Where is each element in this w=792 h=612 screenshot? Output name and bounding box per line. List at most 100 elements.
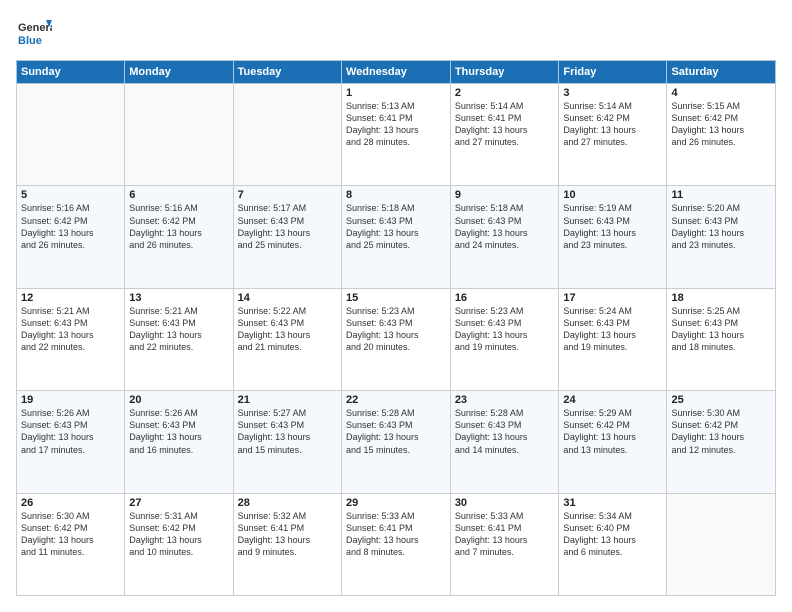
calendar-cell: 8Sunrise: 5:18 AMSunset: 6:43 PMDaylight… [341, 186, 450, 288]
calendar-cell: 17Sunrise: 5:24 AMSunset: 6:43 PMDayligh… [559, 288, 667, 390]
day-number: 10 [563, 189, 662, 201]
calendar-cell: 28Sunrise: 5:32 AMSunset: 6:41 PMDayligh… [233, 493, 341, 595]
day-number: 31 [563, 497, 662, 509]
day-number: 12 [21, 292, 120, 304]
day-info: Sunrise: 5:14 AMSunset: 6:42 PMDaylight:… [563, 100, 662, 149]
day-number: 1 [346, 87, 446, 99]
day-info: Sunrise: 5:23 AMSunset: 6:43 PMDaylight:… [455, 305, 555, 354]
calendar-week-3: 19Sunrise: 5:26 AMSunset: 6:43 PMDayligh… [17, 391, 776, 493]
day-number: 13 [129, 292, 228, 304]
calendar-week-4: 26Sunrise: 5:30 AMSunset: 6:42 PMDayligh… [17, 493, 776, 595]
day-number: 11 [671, 189, 771, 201]
calendar-cell [17, 84, 125, 186]
day-info: Sunrise: 5:33 AMSunset: 6:41 PMDaylight:… [346, 510, 446, 559]
day-info: Sunrise: 5:18 AMSunset: 6:43 PMDaylight:… [455, 202, 555, 251]
day-number: 5 [21, 189, 120, 201]
day-info: Sunrise: 5:18 AMSunset: 6:43 PMDaylight:… [346, 202, 446, 251]
calendar-cell: 26Sunrise: 5:30 AMSunset: 6:42 PMDayligh… [17, 493, 125, 595]
day-info: Sunrise: 5:20 AMSunset: 6:43 PMDaylight:… [671, 202, 771, 251]
calendar-cell [667, 493, 776, 595]
day-number: 25 [671, 394, 771, 406]
calendar-cell: 11Sunrise: 5:20 AMSunset: 6:43 PMDayligh… [667, 186, 776, 288]
calendar-cell: 12Sunrise: 5:21 AMSunset: 6:43 PMDayligh… [17, 288, 125, 390]
weekday-header-tuesday: Tuesday [233, 61, 341, 84]
calendar-cell: 2Sunrise: 5:14 AMSunset: 6:41 PMDaylight… [450, 84, 559, 186]
calendar-cell: 27Sunrise: 5:31 AMSunset: 6:42 PMDayligh… [125, 493, 233, 595]
day-number: 21 [238, 394, 337, 406]
day-info: Sunrise: 5:32 AMSunset: 6:41 PMDaylight:… [238, 510, 337, 559]
calendar-cell: 7Sunrise: 5:17 AMSunset: 6:43 PMDaylight… [233, 186, 341, 288]
day-number: 17 [563, 292, 662, 304]
calendar-cell: 6Sunrise: 5:16 AMSunset: 6:42 PMDaylight… [125, 186, 233, 288]
day-number: 30 [455, 497, 555, 509]
calendar-cell: 1Sunrise: 5:13 AMSunset: 6:41 PMDaylight… [341, 84, 450, 186]
day-info: Sunrise: 5:14 AMSunset: 6:41 PMDaylight:… [455, 100, 555, 149]
day-number: 26 [21, 497, 120, 509]
calendar-cell: 18Sunrise: 5:25 AMSunset: 6:43 PMDayligh… [667, 288, 776, 390]
calendar-cell: 29Sunrise: 5:33 AMSunset: 6:41 PMDayligh… [341, 493, 450, 595]
calendar-cell: 4Sunrise: 5:15 AMSunset: 6:42 PMDaylight… [667, 84, 776, 186]
calendar-cell: 16Sunrise: 5:23 AMSunset: 6:43 PMDayligh… [450, 288, 559, 390]
day-info: Sunrise: 5:33 AMSunset: 6:41 PMDaylight:… [455, 510, 555, 559]
weekday-header-saturday: Saturday [667, 61, 776, 84]
logo-svg: General Blue [16, 16, 52, 52]
day-info: Sunrise: 5:26 AMSunset: 6:43 PMDaylight:… [129, 407, 228, 456]
calendar-cell: 24Sunrise: 5:29 AMSunset: 6:42 PMDayligh… [559, 391, 667, 493]
day-number: 14 [238, 292, 337, 304]
svg-text:General: General [18, 22, 52, 34]
calendar-cell: 5Sunrise: 5:16 AMSunset: 6:42 PMDaylight… [17, 186, 125, 288]
day-number: 3 [563, 87, 662, 99]
day-info: Sunrise: 5:34 AMSunset: 6:40 PMDaylight:… [563, 510, 662, 559]
calendar-cell: 14Sunrise: 5:22 AMSunset: 6:43 PMDayligh… [233, 288, 341, 390]
weekday-header-friday: Friday [559, 61, 667, 84]
day-info: Sunrise: 5:28 AMSunset: 6:43 PMDaylight:… [455, 407, 555, 456]
calendar-cell: 13Sunrise: 5:21 AMSunset: 6:43 PMDayligh… [125, 288, 233, 390]
calendar-week-0: 1Sunrise: 5:13 AMSunset: 6:41 PMDaylight… [17, 84, 776, 186]
day-info: Sunrise: 5:13 AMSunset: 6:41 PMDaylight:… [346, 100, 446, 149]
day-number: 2 [455, 87, 555, 99]
day-info: Sunrise: 5:17 AMSunset: 6:43 PMDaylight:… [238, 202, 337, 251]
day-number: 22 [346, 394, 446, 406]
day-info: Sunrise: 5:23 AMSunset: 6:43 PMDaylight:… [346, 305, 446, 354]
day-info: Sunrise: 5:29 AMSunset: 6:42 PMDaylight:… [563, 407, 662, 456]
calendar-cell: 30Sunrise: 5:33 AMSunset: 6:41 PMDayligh… [450, 493, 559, 595]
calendar-cell [125, 84, 233, 186]
calendar-cell: 15Sunrise: 5:23 AMSunset: 6:43 PMDayligh… [341, 288, 450, 390]
calendar-table: SundayMondayTuesdayWednesdayThursdayFrid… [16, 60, 776, 596]
day-info: Sunrise: 5:28 AMSunset: 6:43 PMDaylight:… [346, 407, 446, 456]
weekday-header-wednesday: Wednesday [341, 61, 450, 84]
day-number: 4 [671, 87, 771, 99]
calendar-cell: 9Sunrise: 5:18 AMSunset: 6:43 PMDaylight… [450, 186, 559, 288]
day-number: 6 [129, 189, 228, 201]
day-info: Sunrise: 5:21 AMSunset: 6:43 PMDaylight:… [21, 305, 120, 354]
calendar-week-2: 12Sunrise: 5:21 AMSunset: 6:43 PMDayligh… [17, 288, 776, 390]
day-info: Sunrise: 5:24 AMSunset: 6:43 PMDaylight:… [563, 305, 662, 354]
svg-text:Blue: Blue [18, 35, 42, 47]
page: General Blue SundayMondayTuesdayWednesda… [0, 0, 792, 612]
day-info: Sunrise: 5:31 AMSunset: 6:42 PMDaylight:… [129, 510, 228, 559]
calendar-cell: 25Sunrise: 5:30 AMSunset: 6:42 PMDayligh… [667, 391, 776, 493]
day-info: Sunrise: 5:16 AMSunset: 6:42 PMDaylight:… [21, 202, 120, 251]
day-info: Sunrise: 5:21 AMSunset: 6:43 PMDaylight:… [129, 305, 228, 354]
calendar-cell: 10Sunrise: 5:19 AMSunset: 6:43 PMDayligh… [559, 186, 667, 288]
weekday-header-sunday: Sunday [17, 61, 125, 84]
weekday-header-thursday: Thursday [450, 61, 559, 84]
calendar-cell [233, 84, 341, 186]
calendar-cell: 3Sunrise: 5:14 AMSunset: 6:42 PMDaylight… [559, 84, 667, 186]
day-number: 24 [563, 394, 662, 406]
calendar-cell: 22Sunrise: 5:28 AMSunset: 6:43 PMDayligh… [341, 391, 450, 493]
calendar-cell: 21Sunrise: 5:27 AMSunset: 6:43 PMDayligh… [233, 391, 341, 493]
calendar-cell: 19Sunrise: 5:26 AMSunset: 6:43 PMDayligh… [17, 391, 125, 493]
day-number: 23 [455, 394, 555, 406]
day-number: 18 [671, 292, 771, 304]
calendar-cell: 20Sunrise: 5:26 AMSunset: 6:43 PMDayligh… [125, 391, 233, 493]
day-info: Sunrise: 5:22 AMSunset: 6:43 PMDaylight:… [238, 305, 337, 354]
calendar-cell: 31Sunrise: 5:34 AMSunset: 6:40 PMDayligh… [559, 493, 667, 595]
day-number: 29 [346, 497, 446, 509]
calendar-cell: 23Sunrise: 5:28 AMSunset: 6:43 PMDayligh… [450, 391, 559, 493]
day-number: 28 [238, 497, 337, 509]
day-number: 7 [238, 189, 337, 201]
day-info: Sunrise: 5:27 AMSunset: 6:43 PMDaylight:… [238, 407, 337, 456]
calendar-header-row: SundayMondayTuesdayWednesdayThursdayFrid… [17, 61, 776, 84]
day-number: 20 [129, 394, 228, 406]
